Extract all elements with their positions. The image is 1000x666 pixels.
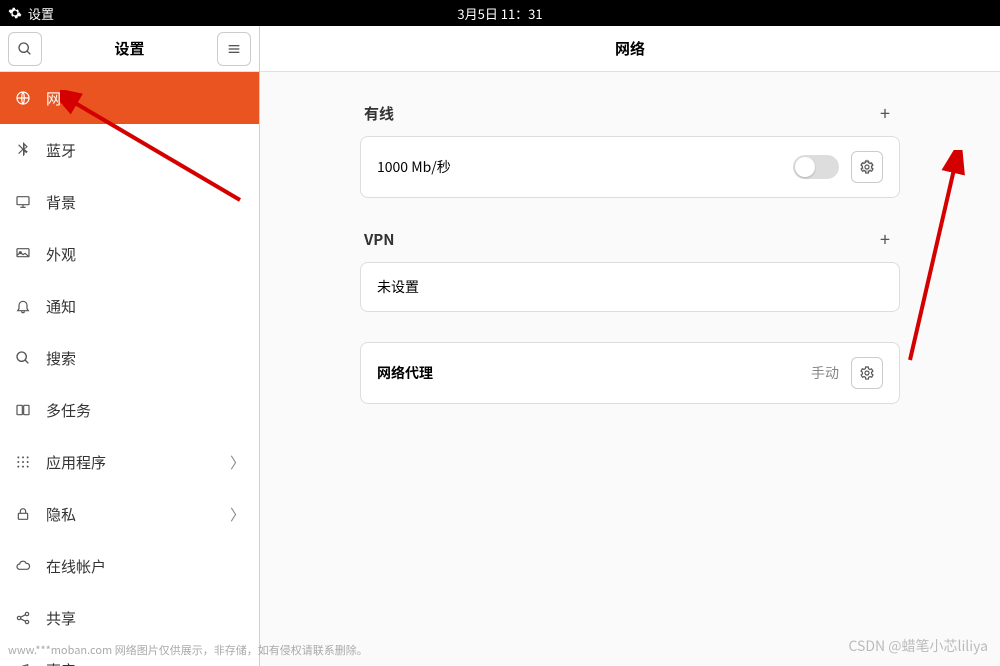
- wired-toggle[interactable]: [793, 155, 839, 179]
- bell-icon: [14, 297, 32, 315]
- chevron-right-icon: 〉: [230, 452, 245, 473]
- wired-section: 有线 + 1000 Mb/秒: [360, 102, 900, 198]
- sidebar-list: 网络 蓝牙 背景 外观 通知 搜索: [0, 72, 259, 666]
- sidebar-item-appearance[interactable]: 外观: [0, 228, 259, 280]
- sidebar-item-bluetooth[interactable]: 蓝牙: [0, 124, 259, 176]
- add-vpn-button[interactable]: +: [874, 228, 896, 250]
- proxy-title: 网络代理: [377, 363, 799, 383]
- sidebar-item-network[interactable]: 网络: [0, 72, 259, 124]
- sidebar-item-search[interactable]: 搜索: [0, 332, 259, 384]
- lock-icon: [14, 505, 32, 523]
- wired-settings-button[interactable]: [851, 151, 883, 183]
- sidebar-item-label: 外观: [46, 244, 245, 265]
- vpn-title: VPN: [364, 229, 395, 250]
- proxy-mode: 手动: [811, 363, 839, 383]
- chevron-right-icon: 〉: [230, 504, 245, 525]
- content: 有线 + 1000 Mb/秒 VPN +: [260, 72, 1000, 666]
- cloud-icon: [14, 557, 32, 575]
- search-button[interactable]: [8, 32, 42, 66]
- proxy-row[interactable]: 网络代理 手动: [360, 342, 900, 404]
- sidebar-item-background[interactable]: 背景: [0, 176, 259, 228]
- sidebar-item-label: 应用程序: [46, 452, 216, 473]
- add-wired-button[interactable]: +: [874, 102, 896, 124]
- proxy-settings-button[interactable]: [851, 357, 883, 389]
- sidebar-item-label: 网络: [46, 88, 245, 109]
- sidebar-header: 设置: [0, 26, 259, 72]
- menu-button[interactable]: [217, 32, 251, 66]
- appearance-icon: [14, 245, 32, 263]
- wired-title: 有线: [364, 103, 394, 124]
- vpn-row: 未设置: [360, 262, 900, 312]
- sidebar-item-notifications[interactable]: 通知: [0, 280, 259, 332]
- topbar-datetime: 3月5日 11：31: [457, 4, 542, 23]
- sidebar-item-label: 多任务: [46, 400, 245, 421]
- search-icon: [14, 349, 32, 367]
- main-title: 网络: [615, 38, 645, 59]
- sound-icon: [14, 661, 32, 666]
- vpn-status: 未设置: [377, 277, 883, 297]
- sidebar-item-label: 背景: [46, 192, 245, 213]
- globe-icon: [14, 89, 32, 107]
- sidebar: 设置 网络 蓝牙 背景 外观: [0, 26, 260, 666]
- system-topbar: 设置 3月5日 11：31: [0, 0, 1000, 26]
- topbar-app-name: 设置: [28, 4, 54, 23]
- sidebar-item-label: 声音: [46, 660, 245, 666]
- vpn-section: VPN + 未设置: [360, 228, 900, 312]
- sidebar-item-label: 隐私: [46, 504, 216, 525]
- sidebar-item-online-accounts[interactable]: 在线帐户: [0, 540, 259, 592]
- sidebar-title: 设置: [50, 38, 209, 59]
- sidebar-item-label: 通知: [46, 296, 245, 317]
- sidebar-item-label: 搜索: [46, 348, 245, 369]
- sidebar-item-multitask[interactable]: 多任务: [0, 384, 259, 436]
- desktop-icon: [14, 193, 32, 211]
- watermark-left: www.***moban.com 网络图片仅供展示，非存储，如有侵权请联系删除。: [8, 642, 368, 658]
- main-panel: 网络 有线 + 1000 Mb/秒: [260, 26, 1000, 666]
- sidebar-item-label: 蓝牙: [46, 140, 245, 161]
- sidebar-item-label: 在线帐户: [46, 556, 245, 577]
- multitask-icon: [14, 401, 32, 419]
- share-icon: [14, 609, 32, 627]
- watermark-right: CSDN @蜡笔小芯liliya: [848, 636, 988, 656]
- sidebar-item-privacy[interactable]: 隐私 〉: [0, 488, 259, 540]
- gear-icon: [859, 159, 875, 175]
- gear-icon: [859, 365, 875, 381]
- main-header: 网络: [260, 26, 1000, 72]
- sidebar-item-sharing[interactable]: 共享: [0, 592, 259, 644]
- apps-icon: [14, 453, 32, 471]
- sidebar-item-label: 共享: [46, 608, 245, 629]
- hamburger-icon: [226, 41, 242, 57]
- wired-connection-row: 1000 Mb/秒: [360, 136, 900, 198]
- wired-speed: 1000 Mb/秒: [377, 157, 781, 177]
- proxy-section: 网络代理 手动: [360, 342, 900, 404]
- search-icon: [17, 41, 33, 57]
- sidebar-item-applications[interactable]: 应用程序 〉: [0, 436, 259, 488]
- bluetooth-icon: [14, 141, 32, 159]
- gear-icon: [8, 6, 22, 20]
